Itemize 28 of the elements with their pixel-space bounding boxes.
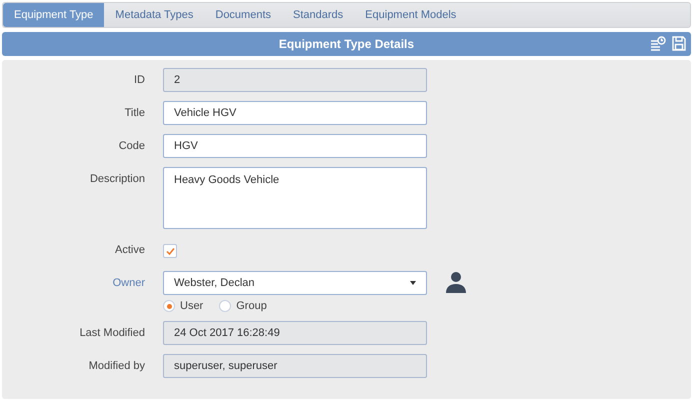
checkbox[interactable] (163, 244, 177, 258)
readonly-field: superuser, superuser (163, 354, 427, 378)
readonly-field: 2 (163, 68, 427, 92)
owner-select[interactable]: Webster, Declan (163, 271, 427, 295)
field-label: Title (124, 106, 145, 121)
field-label: Description (88, 172, 145, 187)
tab[interactable]: Documents (204, 3, 282, 27)
tab[interactable]: Equipment Models (354, 3, 468, 27)
field-label: Code (118, 139, 145, 154)
radio-option[interactable]: User (163, 300, 204, 312)
radio-option[interactable]: Group (219, 300, 267, 312)
text-field[interactable]: Vehicle HGV (163, 101, 427, 125)
check-icon (166, 246, 174, 256)
caret-icon[interactable] (410, 281, 416, 285)
tab[interactable]: Standards (282, 3, 354, 27)
field-label: Owner (112, 276, 145, 291)
field-label: Modified by (88, 359, 145, 374)
description-field[interactable]: Heavy Goods Vehicle (163, 167, 427, 229)
person-icon[interactable] (445, 271, 467, 293)
readonly-field: 24 Oct 2017 16:28:49 (163, 321, 427, 345)
field-label: Last Modified (78, 326, 145, 341)
text-field[interactable]: HGV (163, 134, 427, 158)
field-label: ID (133, 73, 145, 88)
tab[interactable]: Metadata Types (104, 3, 204, 27)
save-icon[interactable] (672, 36, 686, 51)
section-title: Equipment Type Details (278, 37, 414, 51)
history-icon[interactable] (650, 36, 666, 51)
field-label: Active (114, 243, 145, 258)
